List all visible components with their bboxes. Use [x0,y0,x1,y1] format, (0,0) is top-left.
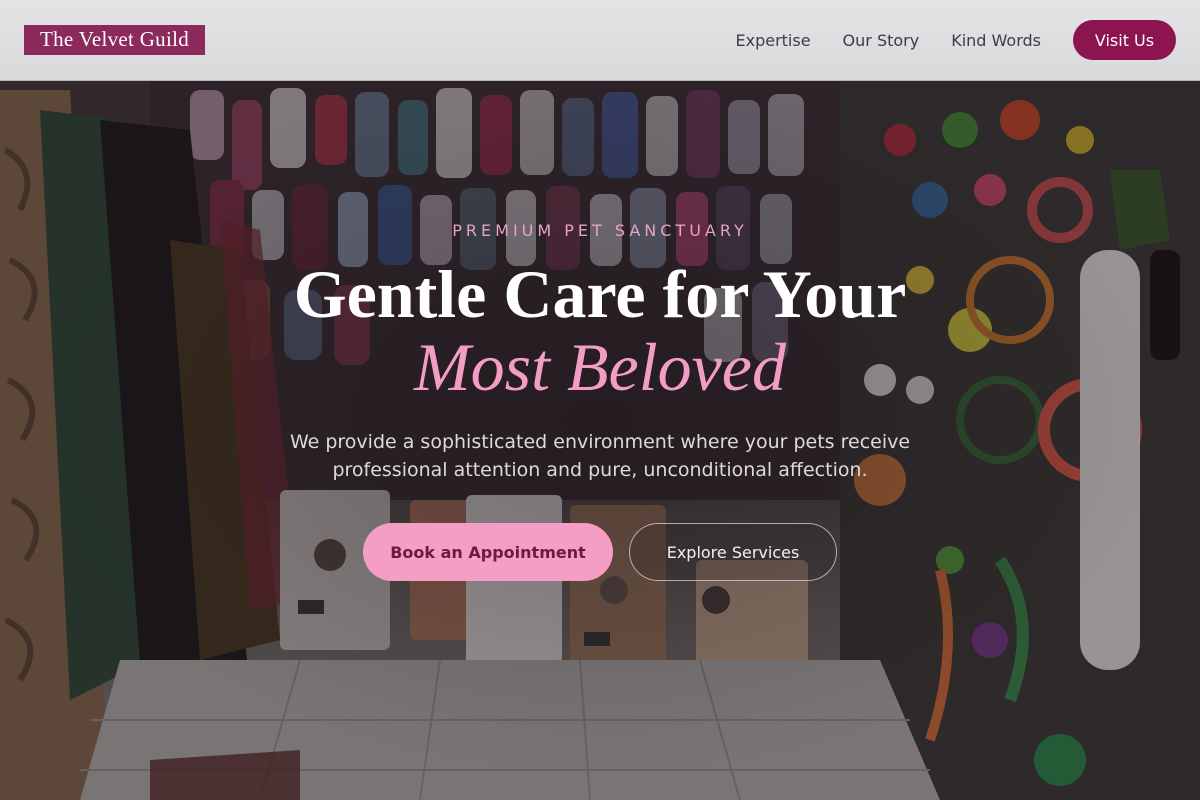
book-appointment-button[interactable]: Book an Appointment [363,523,613,581]
hero-headline-accent: Most Beloved [414,329,786,405]
hero-section: PREMIUM PET SANCTUARY Gentle Care for Yo… [0,81,1200,800]
brand-logo[interactable]: The Velvet Guild [24,25,206,55]
nav-link-expertise[interactable]: Expertise [735,31,810,50]
hero-subtitle: We provide a sophisticated environment w… [289,431,911,481]
site-header: The Velvet Guild Expertise Our Story Kin… [0,0,1200,81]
main-nav: Expertise Our Story Kind Words Visit Us [735,20,1176,60]
nav-link-kind-words[interactable]: Kind Words [951,31,1041,50]
nav-link-our-story[interactable]: Our Story [843,31,920,50]
explore-services-button[interactable]: Explore Services [629,523,837,581]
hero-headline: Gentle Care for Your [293,256,907,332]
visit-us-button[interactable]: Visit Us [1073,20,1176,60]
hero-eyebrow: PREMIUM PET SANCTUARY [452,221,748,240]
